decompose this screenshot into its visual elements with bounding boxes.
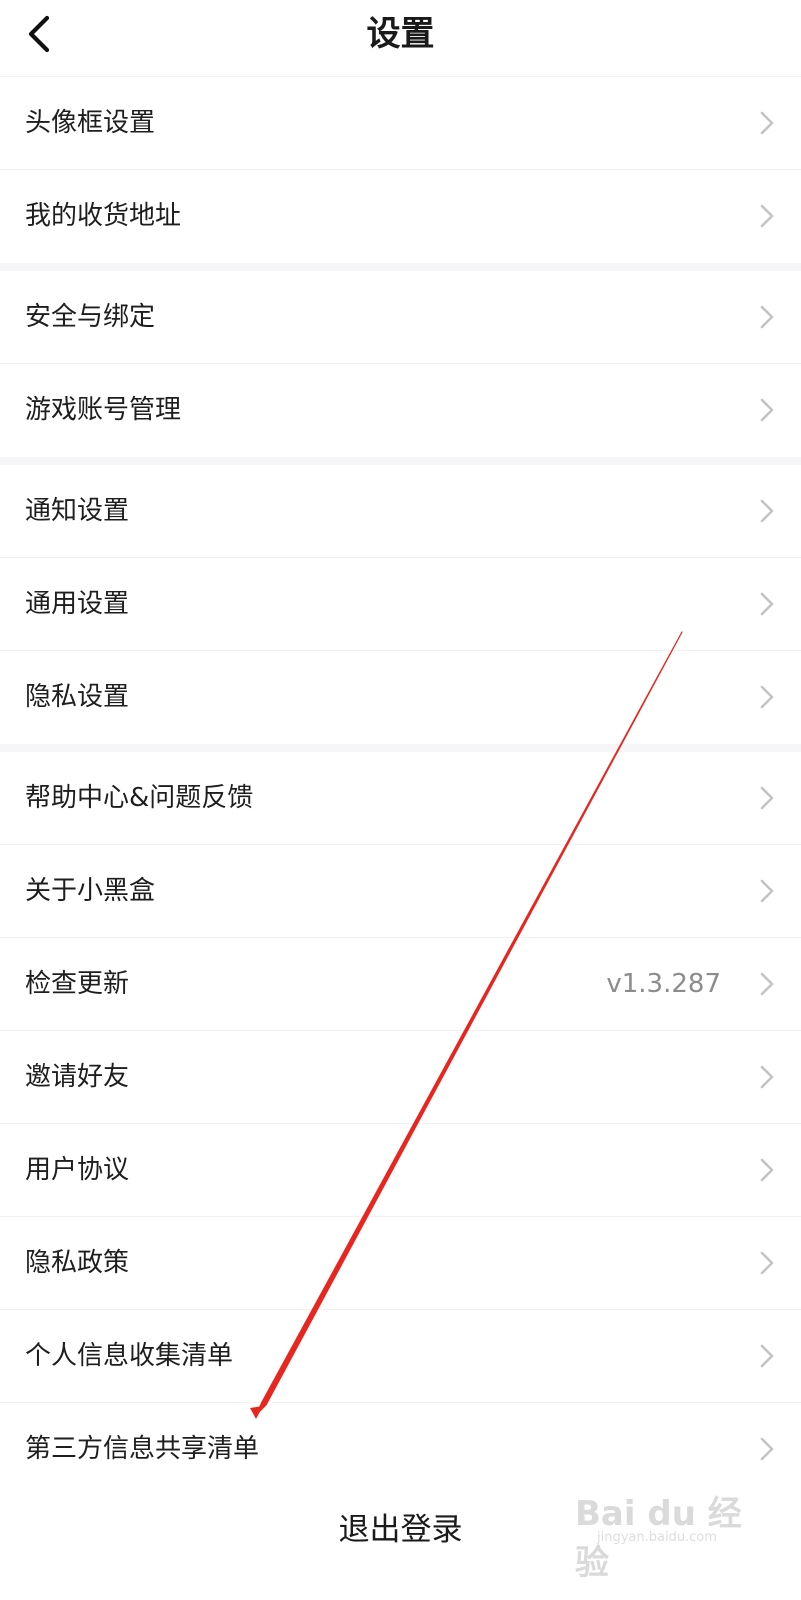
page-title: 设置	[366, 14, 435, 54]
chevron-right-icon	[760, 1251, 774, 1275]
settings-row[interactable]: 邀请好友	[0, 1031, 801, 1124]
settings-row-label: 关于小黑盒	[25, 876, 156, 906]
settings-list: 头像框设置我的收货地址 安全与绑定游戏账号管理 通知设置通用设置隐私设置帮助中心&问…	[0, 77, 801, 1496]
settings-row[interactable]: 我的收货地址	[0, 170, 801, 263]
chevron-right-icon	[760, 305, 774, 329]
settings-row-label: 安全与绑定	[25, 302, 156, 332]
settings-row[interactable]: 隐私政策	[0, 1217, 801, 1310]
settings-row[interactable]: 关于小黑盒	[0, 845, 801, 938]
top-bar: 设置	[0, 0, 801, 77]
settings-row[interactable]: 头像框设置	[0, 77, 801, 170]
group-separator	[0, 744, 801, 752]
settings-row-label: 第三方信息共享清单	[25, 1434, 260, 1464]
chevron-right-icon	[760, 879, 774, 903]
chevron-right-icon	[760, 1158, 774, 1182]
chevron-right-icon	[760, 111, 774, 135]
chevron-right-icon	[760, 786, 774, 810]
settings-row-label: 我的收货地址	[25, 201, 182, 231]
chevron-right-icon	[760, 685, 774, 709]
settings-row[interactable]: 游戏账号管理	[0, 364, 801, 457]
settings-row-label: 头像框设置	[25, 108, 156, 138]
baidu-jingyan-watermark: Bai du 经验 jingyan.baidu.com	[575, 1480, 755, 1583]
settings-row[interactable]: 个人信息收集清单	[0, 1310, 801, 1403]
settings-row-label: 通用设置	[25, 589, 130, 619]
settings-row[interactable]: 通用设置	[0, 558, 801, 651]
settings-row-value: v1.3.287	[606, 969, 721, 999]
settings-row[interactable]: 检查更新 v1.3.287	[0, 938, 801, 1031]
settings-row-label: 游戏账号管理	[25, 395, 182, 425]
settings-row[interactable]: 隐私设置	[0, 651, 801, 744]
chevron-right-icon	[760, 972, 774, 996]
settings-row[interactable]: 安全与绑定	[0, 271, 801, 364]
group-separator	[0, 457, 801, 465]
chevron-right-icon	[760, 499, 774, 523]
settings-row-label: 隐私设置	[25, 682, 130, 712]
settings-row-label: 个人信息收集清单	[25, 1341, 234, 1371]
settings-screen: 设置 头像框设置我的收货地址 安全与绑定游戏账号管理 通知设置通用设置隐私设置帮助中…	[0, 0, 801, 1600]
chevron-right-icon	[760, 592, 774, 616]
group-separator	[0, 263, 801, 271]
chevron-right-icon	[760, 1437, 774, 1461]
settings-row-label: 通知设置	[25, 496, 130, 526]
settings-row-label: 用户协议	[25, 1155, 130, 1185]
settings-row-label: 检查更新	[25, 969, 130, 999]
settings-row[interactable]: 帮助中心&问题反馈	[0, 752, 801, 845]
settings-row-label: 帮助中心&问题反馈	[25, 783, 254, 813]
settings-row-label: 隐私政策	[25, 1248, 130, 1278]
chevron-right-icon	[760, 204, 774, 228]
settings-row[interactable]: 通知设置	[0, 465, 801, 558]
settings-row[interactable]: 用户协议	[0, 1124, 801, 1217]
chevron-right-icon	[760, 398, 774, 422]
watermark-url: jingyan.baidu.com	[597, 1530, 717, 1545]
chevron-right-icon	[760, 1065, 774, 1089]
settings-row-label: 邀请好友	[25, 1062, 130, 1092]
chevron-right-icon	[760, 1344, 774, 1368]
